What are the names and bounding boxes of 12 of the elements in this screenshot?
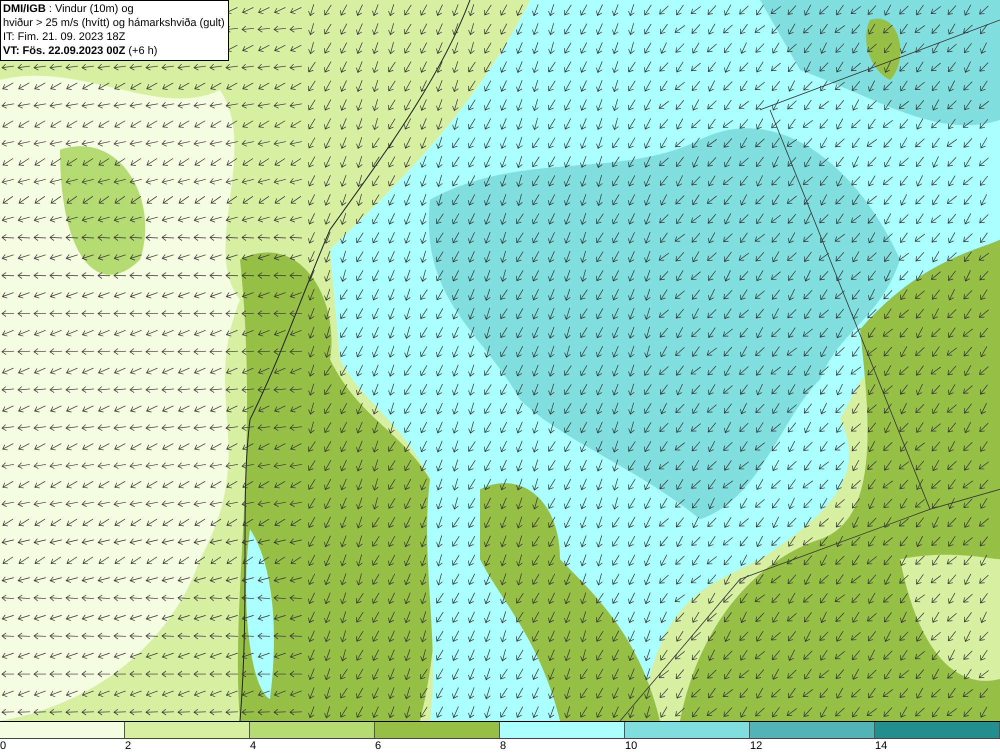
legend-tick-label: 14 bbox=[875, 739, 888, 753]
map-title-line: VT: Fös. 22.09.2023 00Z (+6 h) bbox=[3, 44, 158, 58]
legend-tick-label: 6 bbox=[375, 739, 382, 753]
map-title-line: DMI/IGB : Vindur (10m) og bbox=[3, 2, 135, 16]
legend-tick-label: 8 bbox=[500, 739, 506, 753]
legend-tick-label: 10 bbox=[625, 739, 638, 753]
legend-tick-label: 0 bbox=[0, 739, 6, 753]
map-title-line: IT: Fim. 21. 09. 2023 18Z bbox=[3, 30, 126, 44]
map-title-line: hviður > 25 m/s (hvítt) og hámarkshviða (gult) bbox=[3, 16, 225, 30]
legend-tick-label: 4 bbox=[250, 739, 256, 753]
legend-tick-label: 12 bbox=[750, 739, 762, 753]
legend-tick-label: 2 bbox=[125, 739, 132, 753]
